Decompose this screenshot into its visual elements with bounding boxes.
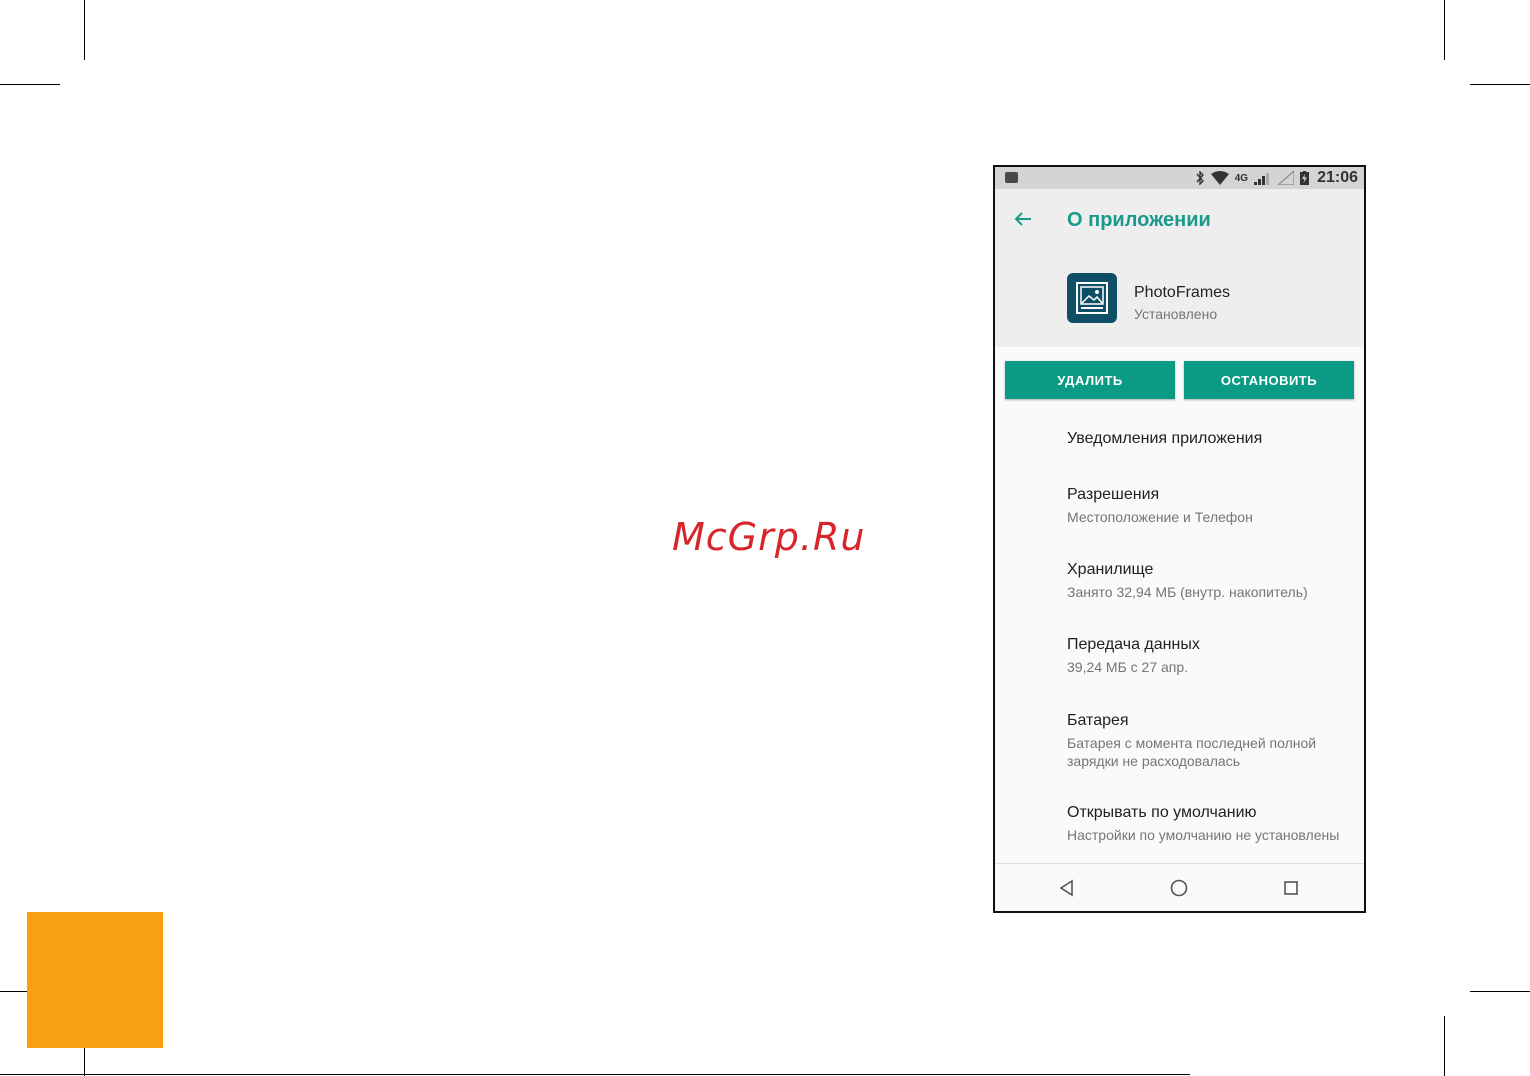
page-bottom-line [0,1074,1190,1075]
settings-item-subtitle: Настройки по умолчанию не установлены [1067,827,1340,843]
settings-item-notifications[interactable]: Уведомления приложения [1067,430,1347,448]
settings-item-battery[interactable]: Батарея Батарея с момента последней полн… [1067,712,1347,770]
no-sim-icon [1278,171,1295,185]
signal-icon [1254,173,1270,185]
back-arrow-icon[interactable] [1011,207,1035,231]
home-circle-icon[interactable] [1169,878,1189,898]
status-time: 21:06 [1317,169,1358,186]
navigation-bar [995,863,1364,911]
photo-frame-icon [1076,282,1108,314]
settings-item-subtitle: 39,24 МБ с 27 апр. [1067,659,1189,675]
network-type-label: 4G [1234,172,1249,184]
settings-item-title: Уведомления приложения [1067,430,1263,447]
status-bar: 4G 21:06 [995,167,1364,189]
settings-item-storage[interactable]: Хранилище Занято 32,94 МБ (внутр. накопи… [1067,561,1347,601]
settings-item-title: Разрешения [1067,486,1160,503]
crop-mark [1444,1016,1445,1076]
uninstall-button[interactable]: УДАЛИТЬ [1005,361,1175,399]
crop-mark [84,0,85,60]
settings-item-title: Передача данных [1067,636,1200,653]
bluetooth-icon [1196,171,1204,185]
app-name: PhotoFrames [1134,284,1231,301]
gallery-icon [1005,172,1018,183]
orange-corner-block [27,912,163,1048]
settings-item-title: Батарея [1067,712,1129,729]
settings-item-open-by-default[interactable]: Открывать по умолчанию Настройки по умол… [1067,804,1347,844]
battery-icon [1300,171,1310,185]
wifi-icon [1210,171,1229,185]
crop-mark [1444,0,1445,60]
settings-item-data-usage[interactable]: Передача данных 39,24 МБ с 27 апр. [1067,636,1347,676]
settings-item-subtitle: Занято 32,94 МБ (внутр. накопитель) [1067,584,1308,600]
back-triangle-icon[interactable] [1057,878,1077,898]
force-stop-button[interactable]: ОСТАНОВИТЬ [1184,361,1354,399]
settings-item-subtitle: Местоположение и Телефон [1067,509,1253,525]
app-icon [1067,273,1117,323]
recents-square-icon[interactable] [1281,878,1301,898]
settings-item-title: Открывать по умолчанию [1067,804,1257,821]
app-info-header: О приложении PhotoFrames Установлено [995,189,1364,347]
crop-mark [1470,991,1530,992]
watermark: McGrp.Ru [672,515,866,559]
app-install-status: Установлено [1134,306,1218,322]
settings-item-subtitle: Батарея с момента последней полной заряд… [1067,735,1317,769]
crop-mark [0,84,60,85]
status-icons: 4G 21:06 [1195,169,1358,187]
page-title: О приложении [1067,209,1211,231]
settings-item-title: Хранилище [1067,561,1154,578]
settings-item-permissions[interactable]: Разрешения Местоположение и Телефон [1067,486,1347,526]
phone-screen: 4G 21:06 О приложении PhotoFrames Устано… [993,165,1366,913]
crop-mark [1470,84,1530,85]
